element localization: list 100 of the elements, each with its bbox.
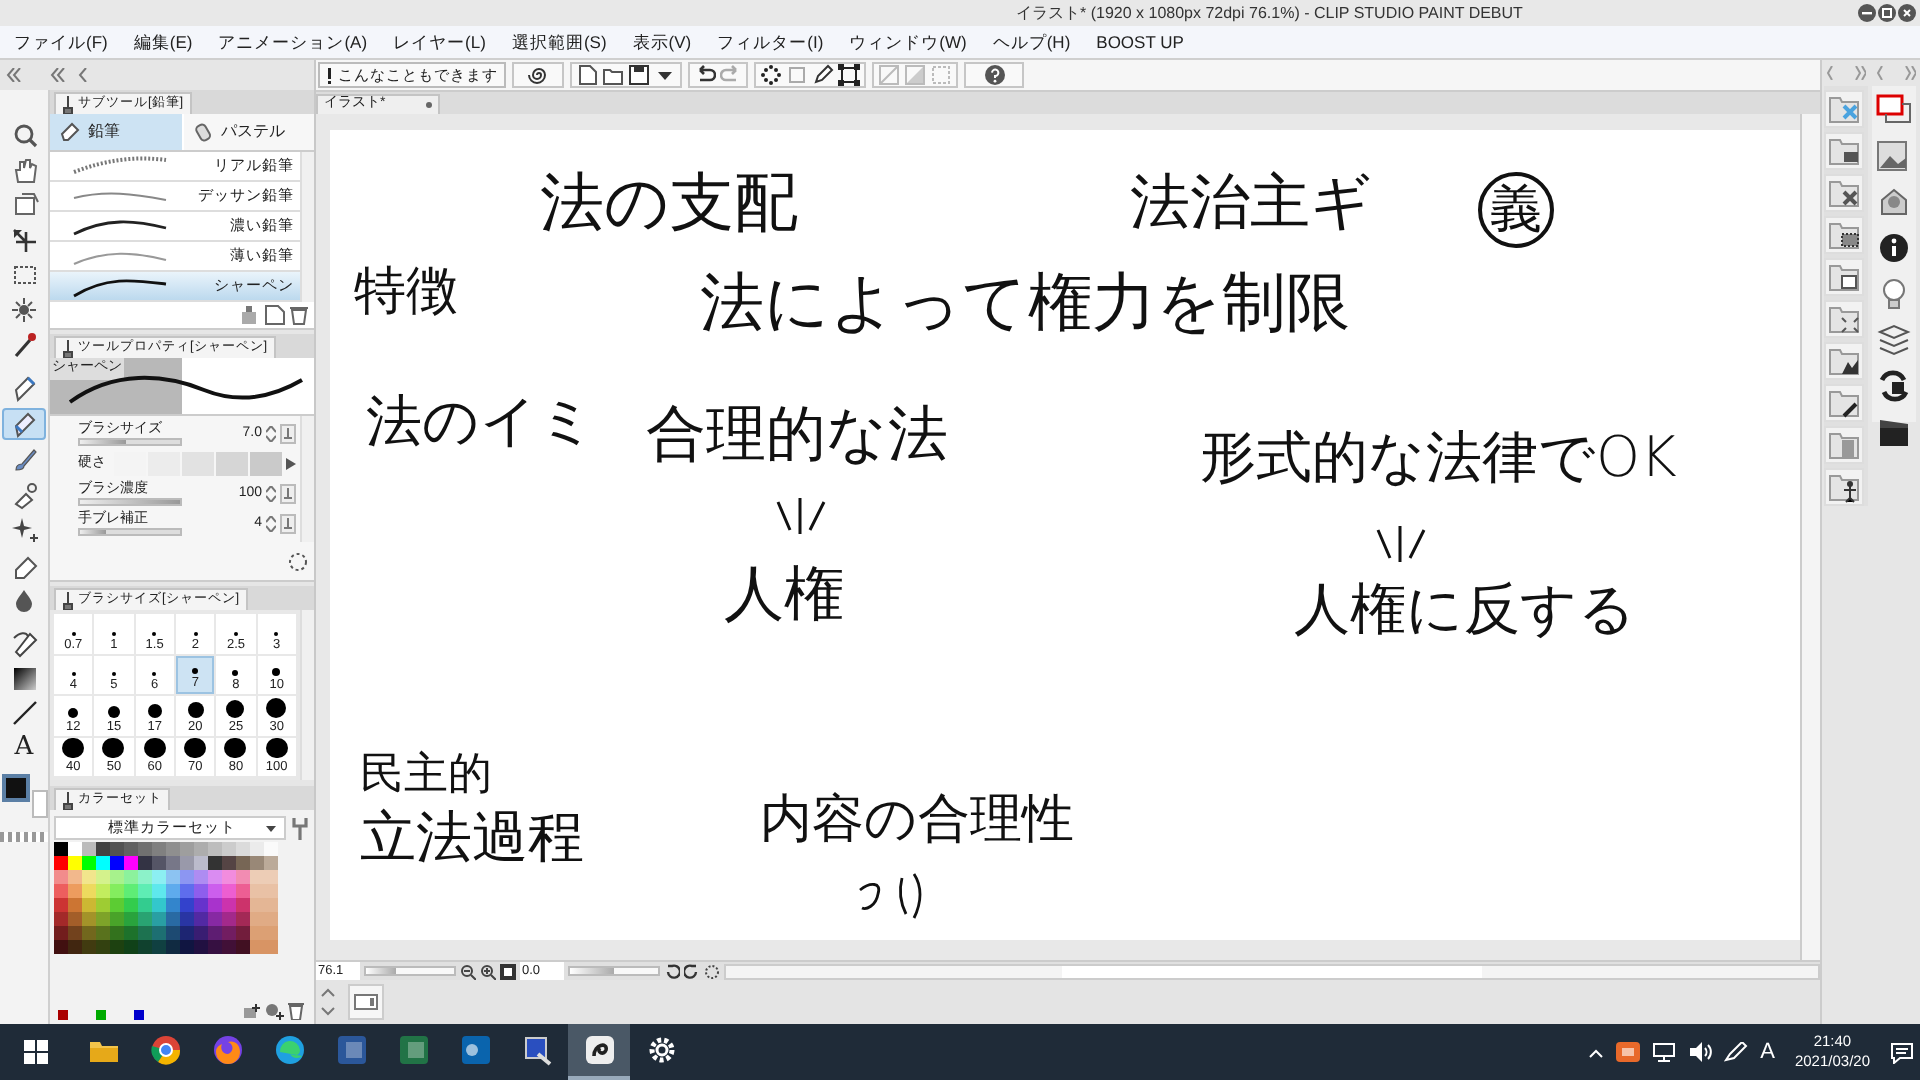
maximize-button[interactable]: [1878, 4, 1896, 22]
chevron-left-icon[interactable]: [78, 68, 88, 82]
color-history-swatch[interactable]: [96, 1010, 106, 1020]
collapse-icon[interactable]: [6, 68, 22, 82]
chevron-up-icon[interactable]: [1588, 1047, 1605, 1057]
menu-item[interactable]: 選択範囲(S): [511, 29, 607, 55]
help-icon[interactable]: [983, 64, 1005, 86]
pencil-tool-button[interactable]: [2, 408, 46, 440]
expand-collapse-icon[interactable]: [320, 988, 336, 1016]
scrollbar[interactable]: [300, 416, 314, 542]
close-dot-icon[interactable]: [426, 102, 432, 108]
undo-icon[interactable]: [694, 64, 716, 86]
exclamation-icon: [326, 67, 332, 83]
swap-icon[interactable]: [1874, 368, 1914, 404]
minimize-button[interactable]: [1858, 4, 1876, 22]
pen-edit-icon[interactable]: [812, 64, 834, 86]
spin-arrows-icon[interactable]: [266, 426, 276, 442]
scrollbar[interactable]: [300, 152, 314, 302]
dotted-circle-icon[interactable]: [760, 64, 782, 86]
mail-app-icon: [459, 1034, 491, 1066]
rotate-right-icon[interactable]: [684, 963, 700, 979]
copy-subtool-icon[interactable]: [240, 304, 262, 326]
taskbar-app-button[interactable]: [568, 1024, 630, 1080]
notification-icon[interactable]: [1890, 1041, 1914, 1063]
timeline-button[interactable]: [348, 984, 384, 1020]
open-folder-icon[interactable]: [602, 64, 624, 86]
background-color-swatch[interactable]: [32, 790, 48, 818]
menu-item[interactable]: フィルター(I): [717, 29, 824, 55]
network-icon[interactable]: [1652, 1042, 1677, 1062]
reset-rotation-icon[interactable]: [704, 963, 720, 979]
add-color-icon[interactable]: [242, 1000, 262, 1020]
sub-tool-tab[interactable]: パステル: [183, 114, 314, 150]
brush-app-icon: [583, 1034, 615, 1066]
close-button[interactable]: [1898, 4, 1916, 22]
info-icon[interactable]: [1874, 230, 1914, 266]
wrench-icon[interactable]: [290, 816, 310, 840]
clapperboard-icon[interactable]: [1874, 414, 1914, 450]
spiral-icon[interactable]: [527, 64, 549, 86]
spin-arrows-icon[interactable]: [266, 516, 276, 532]
pastel-icon: [193, 122, 213, 142]
spin-arrows-icon[interactable]: [266, 486, 276, 502]
film-frame-icon: [354, 994, 378, 1010]
menu-item[interactable]: ヘルプ(H): [992, 29, 1071, 55]
menu-item[interactable]: BOOST UP: [1096, 29, 1184, 55]
transform-icon[interactable]: [838, 64, 860, 86]
pressure-icon[interactable]: [280, 484, 296, 504]
trash-icon[interactable]: [288, 304, 310, 326]
pen-stand-icon: [62, 95, 74, 113]
gradient-icon: [9, 663, 39, 693]
layers-icon[interactable]: [1874, 322, 1914, 358]
pressure-icon[interactable]: [280, 424, 296, 444]
horizontal-scrollbar[interactable]: [724, 963, 1820, 979]
handwritten-text: 法治主ギ: [1130, 174, 1372, 234]
color-history-swatch[interactable]: [58, 1010, 68, 1020]
view-icon: [9, 190, 39, 220]
scrollbar[interactable]: [300, 610, 314, 780]
zoom-in-icon[interactable]: [480, 963, 496, 979]
zoom-slider-track[interactable]: [364, 966, 456, 976]
slider-track[interactable]: [78, 438, 182, 446]
main-color-swatch[interactable]: [2, 774, 30, 802]
menu-item[interactable]: ウィンドウ(W): [849, 29, 967, 55]
pencil-icon: [9, 409, 39, 439]
vertical-scrollbar[interactable]: [1800, 114, 1820, 960]
bucket-icon: [9, 628, 39, 658]
transparent-color-swatch[interactable]: [0, 832, 48, 842]
spreadsheet-app-icon: [397, 1034, 429, 1066]
loading-spinner-icon: [288, 551, 308, 571]
color-history-swatch[interactable]: [134, 1010, 144, 1020]
pressure-icon[interactable]: [280, 514, 296, 534]
menu-item[interactable]: レイヤー(L): [393, 29, 486, 55]
save-icon[interactable]: [628, 64, 650, 86]
menu-item[interactable]: 編集(E): [133, 29, 193, 55]
marquee-icon: [9, 260, 39, 290]
zoom-out-icon[interactable]: [460, 963, 476, 979]
menu-item[interactable]: アニメーション(A): [218, 29, 368, 55]
input-method-indicator[interactable]: A: [1760, 1041, 1775, 1063]
text-tool-button[interactable]: A: [2, 732, 46, 764]
canvas[interactable]: 法の支配 法治主ギ 義 特徴 法によって権力を制限 法のイミ 合理的な法 形式的な法律でOK 人権 人権に反する 民主的 立法過程 内容の合理性: [330, 130, 1800, 940]
collapse-icon[interactable]: [50, 68, 66, 82]
menu-item[interactable]: ファイル(F): [14, 29, 108, 55]
dropper-add-icon[interactable]: [264, 1000, 284, 1020]
menu-item[interactable]: 表示(V): [632, 29, 692, 55]
rotate-left-icon[interactable]: [664, 963, 680, 979]
navigator-icon[interactable]: [1874, 92, 1914, 128]
caret-down-icon: [266, 825, 276, 831]
slider-track[interactable]: [78, 528, 182, 536]
windows-logo-icon: [24, 1040, 48, 1064]
sub-tool-tab[interactable]: 鉛筆: [50, 114, 181, 150]
handwritten-text: 法のイミ: [366, 394, 596, 450]
volume-icon[interactable]: [1688, 1042, 1713, 1062]
trash-icon[interactable]: [286, 1000, 306, 1020]
fox-browser-icon: [211, 1034, 243, 1066]
pen-icon[interactable]: [1724, 1042, 1749, 1062]
fit-icon[interactable]: [500, 963, 516, 979]
hand-icon: [9, 155, 39, 185]
caret-right-icon[interactable]: [286, 458, 296, 470]
new-file-icon[interactable]: [576, 64, 598, 86]
angle-slider-track[interactable]: [568, 966, 660, 976]
pencil-icon: [60, 122, 80, 142]
tray-app-icon[interactable]: [1616, 1042, 1641, 1062]
